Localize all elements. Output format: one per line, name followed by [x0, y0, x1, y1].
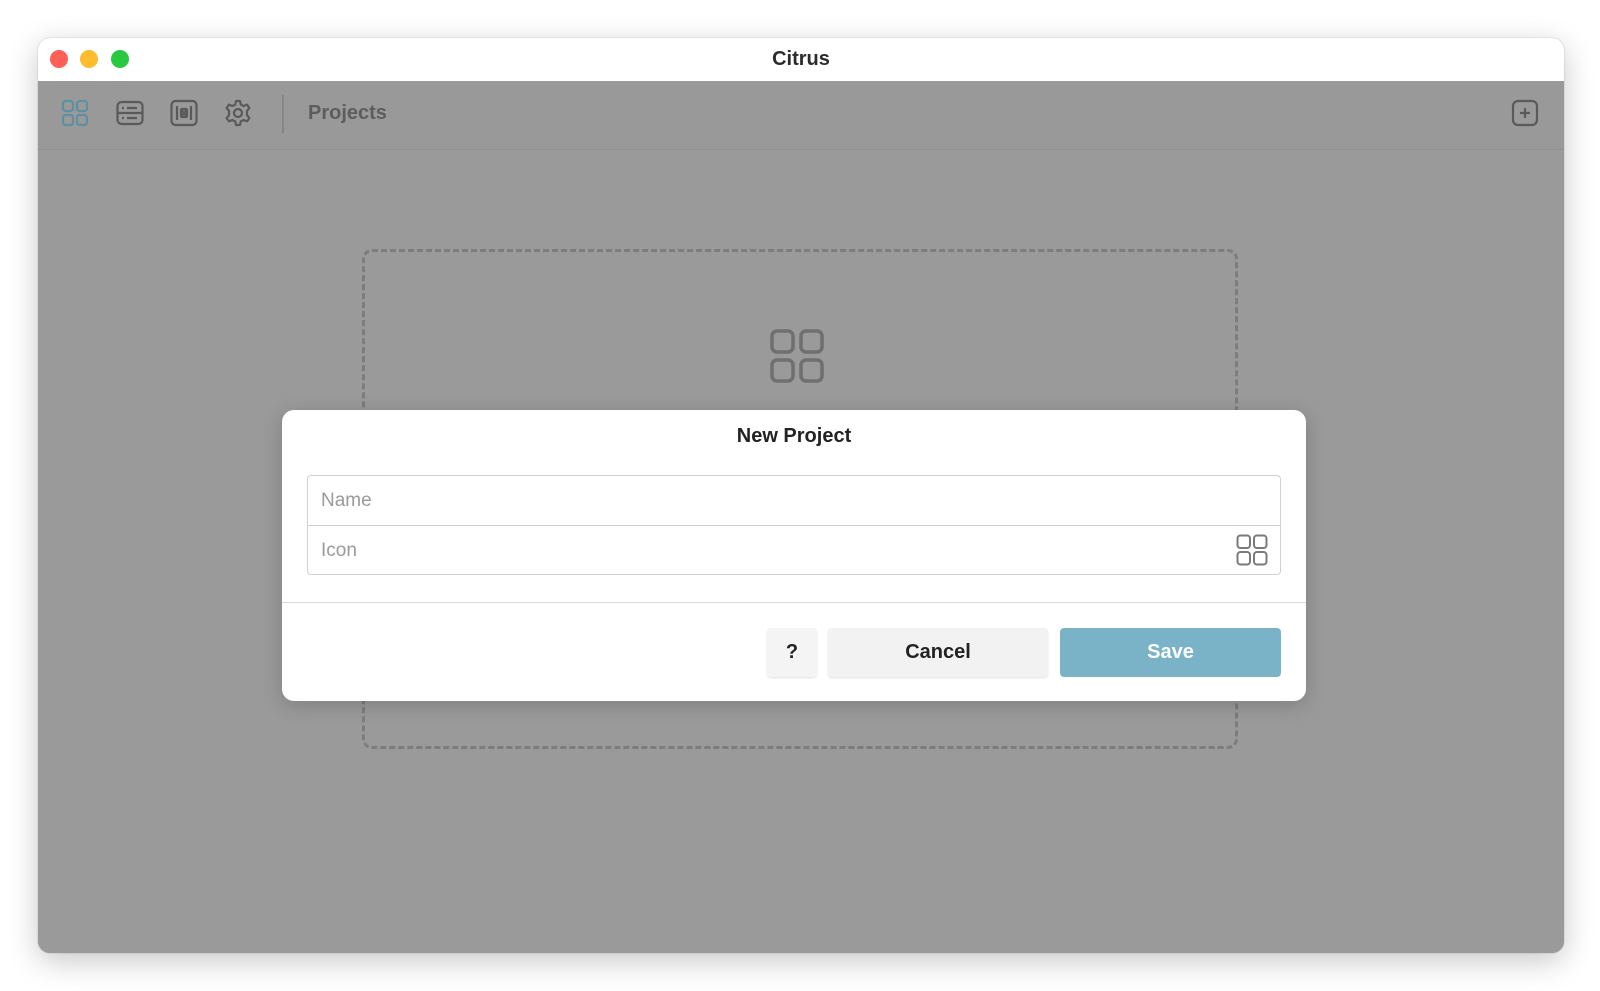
plus-square-icon[interactable] — [1510, 98, 1540, 128]
new-project-dialog: New Project ? Cancel Save — [282, 410, 1306, 701]
toolbar: Projects — [38, 81, 1564, 150]
app-window: Citrus Projects New Project Name Icon ? … — [38, 38, 1564, 953]
grid-icon[interactable] — [1236, 534, 1268, 566]
main-content: Projects New Project Name Icon ? Cancel … — [38, 81, 1564, 953]
window-title: Citrus — [772, 48, 830, 70]
toolbar-separator — [282, 95, 284, 133]
help-button[interactable]: ? — [767, 628, 817, 677]
dialog-title: New Project — [736, 425, 852, 447]
list-icon[interactable] — [115, 98, 145, 128]
save-button[interactable]: Save — [1060, 628, 1281, 677]
grid-icon — [769, 328, 825, 384]
frame-icon[interactable] — [169, 98, 199, 128]
grid-icon[interactable] — [60, 98, 90, 128]
form-fields — [307, 475, 1281, 575]
titlebar: Citrus — [38, 38, 1564, 81]
dialog-divider — [282, 602, 1306, 603]
gear-icon[interactable] — [223, 98, 253, 128]
cancel-button[interactable]: Cancel — [828, 628, 1048, 677]
toolbar-title: Projects — [308, 102, 387, 124]
icon-input[interactable] — [308, 526, 1280, 574]
name-input[interactable] — [308, 476, 1280, 526]
